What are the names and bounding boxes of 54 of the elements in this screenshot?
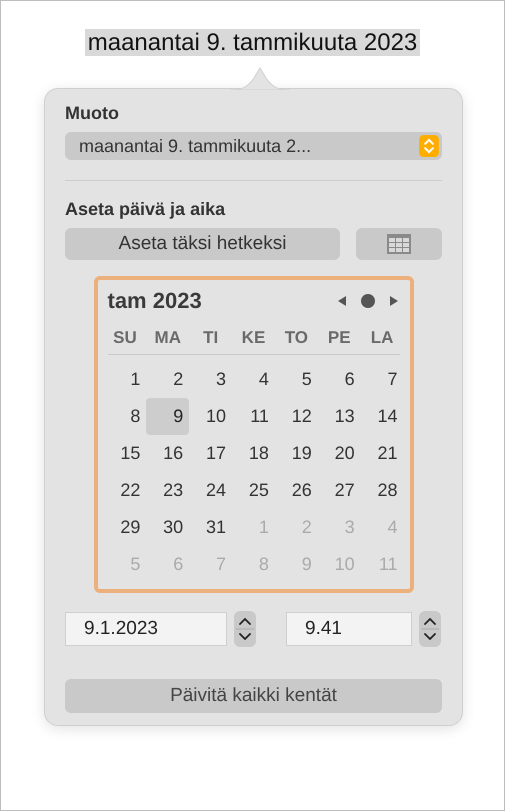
weekday-label: LA (370, 328, 394, 348)
calendar-day[interactable]: 3 (189, 361, 232, 398)
date-field[interactable]: 9.1.2023 (65, 612, 227, 646)
calendar-day[interactable]: 11 (232, 398, 275, 435)
calendar-day[interactable]: 22 (104, 472, 146, 509)
selected-text: maanantai 9. tammikuuta 2023 (84, 29, 420, 56)
calendar-day[interactable]: 13 (318, 398, 361, 435)
calendar-day[interactable]: 1 (104, 361, 146, 398)
calendar-day[interactable]: 8 (104, 398, 146, 435)
weekday-label: TO (284, 328, 309, 348)
month-title: tam 2023 (108, 288, 202, 314)
calendar-day[interactable]: 27 (318, 472, 361, 509)
calendar-day[interactable]: 28 (360, 472, 404, 509)
calendar-day[interactable]: 6 (318, 361, 361, 398)
dropdown-arrows-icon (419, 135, 439, 157)
section-label: Aseta päivä ja aika (65, 199, 226, 220)
calendar-day[interactable]: 20 (318, 435, 361, 472)
calendar-day[interactable]: 4 (232, 361, 275, 398)
calendar-day[interactable]: 19 (274, 435, 318, 472)
calendar-day[interactable]: 24 (189, 472, 232, 509)
today-dot-icon[interactable] (360, 293, 376, 309)
calendar-day[interactable]: 14 (360, 398, 404, 435)
calendar-day[interactable]: 15 (104, 435, 146, 472)
set-now-button[interactable]: Aseta täksi hetkeksi (65, 228, 340, 260)
weekday-label: PE (326, 328, 352, 348)
weekday-label: KE (240, 328, 266, 348)
calendar-day[interactable]: 16 (146, 435, 190, 472)
format-dropdown[interactable]: maanantai 9. tammikuuta 2... (65, 132, 442, 160)
weekday-label: TI (202, 328, 220, 348)
calendar-day[interactable]: 5 (274, 361, 318, 398)
update-fields-button[interactable]: Päivitä kaikki kentät (65, 679, 442, 713)
calendar-day[interactable]: 29 (104, 509, 146, 546)
calendar-day[interactable]: 30 (146, 509, 190, 546)
calendar-day[interactable]: 25 (232, 472, 275, 509)
time-field[interactable]: 9.41 (286, 612, 412, 646)
stepper-icon[interactable] (418, 611, 442, 647)
next-month-icon[interactable] (388, 294, 400, 308)
previous-month-icon[interactable] (336, 294, 348, 308)
stepper-icon[interactable] (233, 611, 257, 647)
section-label: Muoto (65, 103, 120, 124)
weekday-label: MA (154, 328, 182, 348)
calendar-day[interactable]: 18 (232, 435, 275, 472)
calendar-day[interactable]: 17 (189, 435, 232, 472)
calendar-day[interactable]: 10 (189, 398, 232, 435)
calendar-day[interactable]: 31 (189, 509, 232, 546)
calendar-day[interactable]: 7 (360, 361, 404, 398)
weekday-label: SU (112, 328, 138, 348)
calendar-day[interactable]: 12 (274, 398, 318, 435)
calendar-day[interactable]: 23 (146, 472, 190, 509)
calendar-day[interactable]: 21 (360, 435, 404, 472)
calendar-day[interactable]: 9 (146, 398, 190, 435)
calendar-day[interactable]: 26 (274, 472, 318, 509)
calendar-icon (386, 233, 412, 255)
calendar-day[interactable]: 2 (146, 361, 190, 398)
